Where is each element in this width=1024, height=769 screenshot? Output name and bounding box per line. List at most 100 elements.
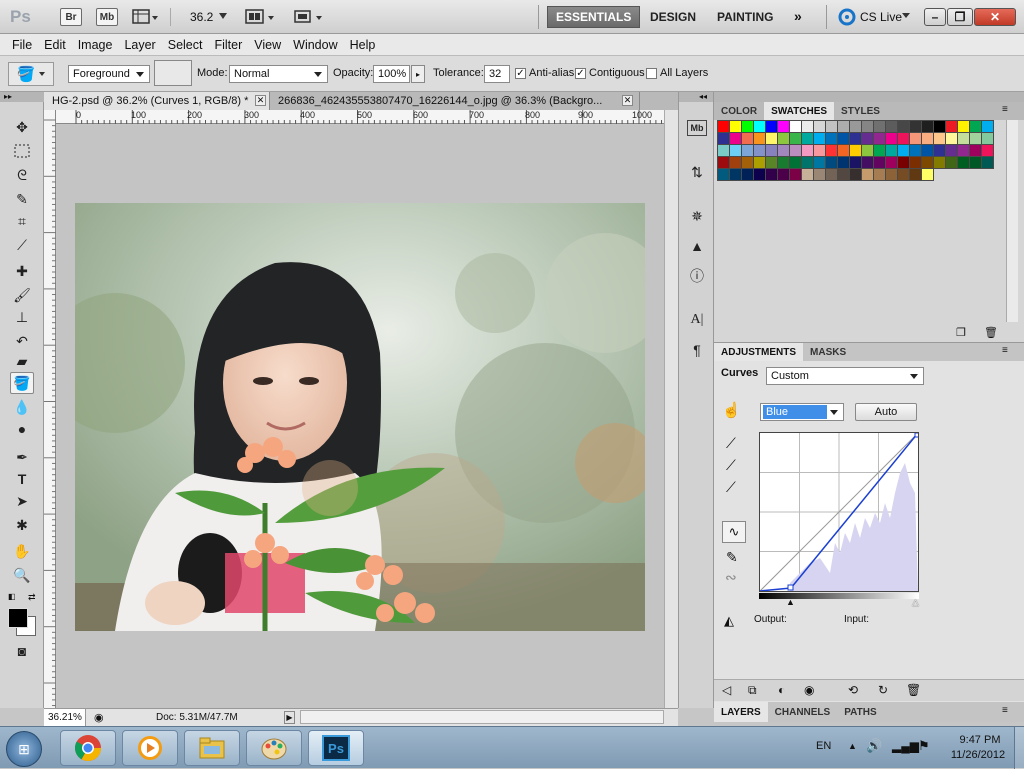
hand-tool-icon[interactable]: ✋	[10, 540, 34, 562]
white-point-slider[interactable]: △	[912, 597, 919, 608]
menu-image[interactable]: Image	[72, 38, 119, 52]
workspace-essentials[interactable]: ESSENTIALS	[547, 6, 641, 28]
cs-live-label[interactable]: CS Live	[860, 10, 902, 24]
swatch-grid[interactable]	[716, 119, 994, 181]
brush-tool-icon[interactable]: 🖌	[10, 284, 34, 306]
paint-taskbar-icon[interactable]	[246, 730, 302, 766]
launch-bridge-button[interactable]: Br	[60, 8, 82, 26]
reset-icon[interactable]: ↻	[878, 683, 888, 697]
cs-live-icon[interactable]	[838, 8, 856, 26]
tab-color[interactable]: COLOR	[714, 102, 764, 120]
tab-layers[interactable]: LAYERS	[714, 702, 768, 722]
start-button-icon[interactable]: ⊞	[6, 731, 42, 767]
photoshop-taskbar-icon[interactable]: Ps	[308, 730, 364, 766]
more-workspaces-icon[interactable]: »	[794, 8, 802, 24]
horizontal-ruler[interactable]: 0 100 200 300 400 500 600 700 800 900 10…	[56, 110, 664, 124]
language-indicator[interactable]: EN	[816, 740, 831, 752]
swatches-scrollbar[interactable]	[1006, 120, 1018, 322]
new-swatch-icon[interactable]: ❐	[956, 326, 966, 339]
trash-icon[interactable]: 🗑	[984, 326, 998, 339]
vertical-scrollbar[interactable]	[664, 110, 678, 708]
contiguous-checkbox[interactable]: ✓	[575, 68, 586, 79]
arrange-documents-icon[interactable]	[244, 8, 278, 26]
pencil-draw-icon[interactable]: ✎	[726, 549, 738, 566]
antialias-checkbox[interactable]: ✓	[515, 68, 526, 79]
swap-colors-icon[interactable]: ⇄	[28, 592, 36, 603]
menu-help[interactable]: Help	[344, 38, 382, 52]
all-layers-checkbox[interactable]	[646, 68, 657, 79]
gray-point-eyedropper-icon[interactable]: ⟋	[726, 457, 736, 474]
histogram-panel-icon[interactable]: ▲	[687, 236, 707, 256]
white-point-eyedropper-icon[interactable]: ⟋	[726, 479, 736, 496]
path-selection-tool-icon[interactable]: ➤	[10, 490, 34, 512]
paint-bucket-tool-icon[interactable]: 🪣	[10, 372, 34, 394]
type-tool-icon[interactable]: T	[10, 468, 34, 490]
tab-hg2-psd[interactable]: HG-2.psd @ 36.2% (Curves 1, RGB/8) * ✕	[44, 92, 270, 110]
curves-preset-select[interactable]: Custom	[766, 367, 924, 385]
restore-button[interactable]: ❐	[947, 8, 973, 26]
opacity-input[interactable]: 100%	[373, 65, 410, 83]
tool-preset-picker[interactable]: 🪣	[8, 62, 54, 86]
minimize-button[interactable]: –	[924, 8, 946, 26]
horizontal-scrollbar[interactable]	[300, 710, 664, 724]
zoom-level[interactable]: 36.2	[190, 10, 213, 24]
menu-edit[interactable]: Edit	[38, 38, 72, 52]
workspace-design[interactable]: DESIGN	[642, 6, 704, 28]
menu-select[interactable]: Select	[162, 38, 209, 52]
status-zoom[interactable]: 36.21%	[44, 709, 86, 726]
panel-menu-icon[interactable]: ≡	[1002, 345, 1008, 356]
panel-menu-icon[interactable]: ≡	[1002, 705, 1008, 716]
channel-select[interactable]: Blue	[760, 403, 844, 421]
document-canvas-photo[interactable]	[75, 203, 645, 631]
workspace-painting[interactable]: PAINTING	[709, 6, 781, 28]
spot-healing-tool-icon[interactable]: ✚	[10, 260, 34, 282]
clone-stamp-tool-icon[interactable]: ⊥	[10, 306, 34, 328]
explorer-taskbar-icon[interactable]	[184, 730, 240, 766]
default-colors-icon[interactable]: ◧	[8, 592, 16, 601]
eyedropper-tool-icon[interactable]: ⟋	[10, 234, 34, 256]
view-extras-icon[interactable]	[131, 8, 159, 26]
close-tab-icon[interactable]: ✕	[255, 95, 266, 106]
clock-date[interactable]: 11/26/2012	[946, 749, 1010, 761]
tab-paths[interactable]: PATHS	[837, 702, 883, 722]
panel-menu-icon[interactable]: ≡	[1002, 104, 1008, 115]
menu-layer[interactable]: Layer	[118, 38, 161, 52]
tab-channels[interactable]: CHANNELS	[768, 702, 838, 722]
chrome-taskbar-icon[interactable]	[60, 730, 116, 766]
character-panel-icon[interactable]: A|	[687, 310, 707, 330]
crop-tool-icon[interactable]: ⌗	[10, 210, 34, 232]
navigator-panel-icon[interactable]: ✵	[687, 206, 707, 226]
clipping-warning-icon[interactable]: ◭	[724, 613, 734, 629]
dodge-tool-icon[interactable]: ●	[10, 418, 34, 440]
black-point-slider[interactable]: ▲	[786, 597, 795, 607]
dock-collapse-icon[interactable]: ◂◂	[679, 92, 713, 102]
visibility-eye-icon[interactable]: ◉	[804, 683, 814, 697]
status-options-icon[interactable]: ◉	[94, 711, 104, 724]
menu-file[interactable]: File	[6, 38, 38, 52]
lasso-tool-icon[interactable]: ᘓ	[10, 164, 34, 186]
mini-bridge-panel-icon[interactable]: Mb	[687, 120, 707, 136]
return-to-list-icon[interactable]: ◁	[722, 683, 731, 697]
tab-swatches[interactable]: SWATCHES	[764, 102, 835, 120]
tab-adjustments[interactable]: ADJUSTMENTS	[714, 343, 804, 361]
close-tab-icon[interactable]: ✕	[622, 95, 633, 106]
menu-window[interactable]: Window	[287, 38, 343, 52]
history-panel-icon[interactable]: ⇅	[687, 162, 707, 182]
zoom-tool-icon[interactable]: 🔍	[10, 564, 34, 586]
history-brush-tool-icon[interactable]: ↶	[10, 330, 34, 352]
quick-selection-tool-icon[interactable]: ✎	[10, 188, 34, 210]
tab-styles[interactable]: STYLES	[834, 102, 887, 120]
tab-jpg-document[interactable]: 266836_462435553807470_16226144_o.jpg @ …	[270, 92, 640, 110]
info-panel-icon[interactable]: ⓘ	[687, 266, 707, 286]
clock-time[interactable]: 9:47 PM	[952, 734, 1008, 746]
curve-edit-icon[interactable]: ∿	[722, 521, 746, 543]
fill-source-select[interactable]: Foreground	[68, 65, 150, 83]
menu-view[interactable]: View	[248, 38, 287, 52]
pen-tool-icon[interactable]: ✒	[10, 446, 34, 468]
tools-collapse-icon[interactable]: ▸▸	[0, 92, 44, 102]
zoom-dropdown-icon[interactable]	[219, 13, 227, 19]
move-tool-icon[interactable]: ✥	[10, 116, 34, 138]
eraser-tool-icon[interactable]: ▰	[10, 350, 34, 372]
network-icon[interactable]: ▂▄▆	[892, 739, 919, 753]
quick-mask-icon[interactable]: ◙	[10, 640, 34, 662]
